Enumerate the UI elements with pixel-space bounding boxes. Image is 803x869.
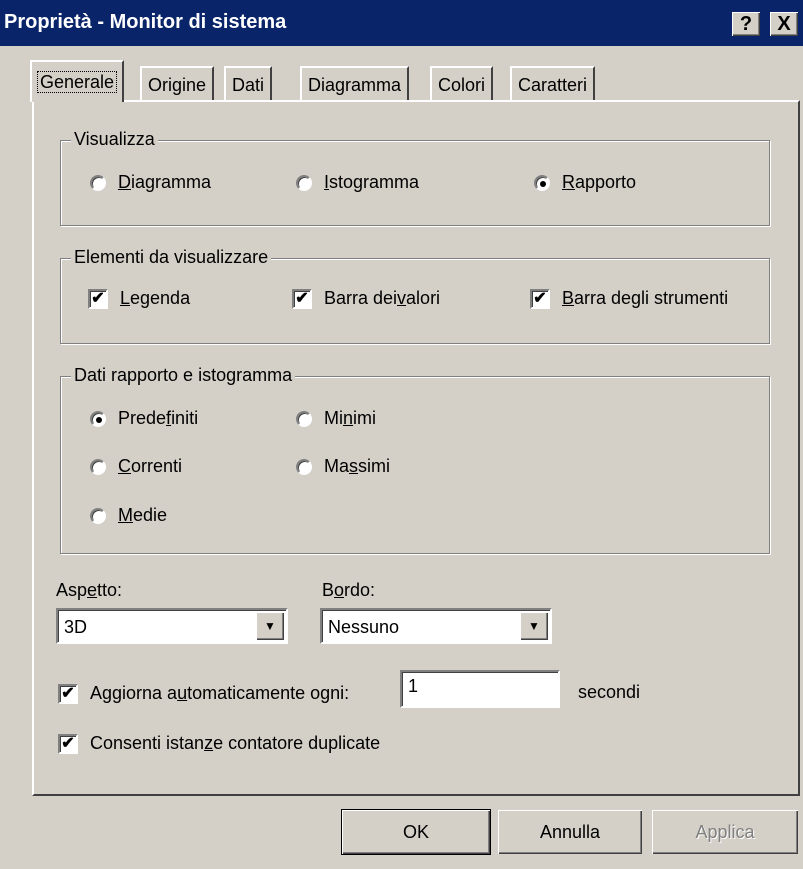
radio-massimi[interactable]: Ma s simi (296, 456, 390, 477)
checkbox-box: ✔ (292, 288, 312, 309)
checkbox-barra-strumenti[interactable]: ✔ Barra degli strumenti (530, 288, 728, 309)
radio-predefiniti[interactable]: Prede f initi (90, 408, 198, 429)
title-bar: Proprietà - Monitor di sistema ? X (0, 0, 803, 46)
radio-circle (90, 174, 106, 191)
radio-diagramma[interactable]: Diagramma (90, 172, 211, 193)
checkbox-box: ✔ (58, 683, 78, 704)
ok-button[interactable]: OK (341, 809, 491, 855)
bordo-label: Bordo: (322, 580, 376, 600)
aspetto-label: Aspetto: (56, 580, 123, 600)
checkbox-box: ✔ (58, 733, 78, 754)
chevron-down-icon[interactable]: ▼ (256, 612, 284, 640)
group-label: Elementi da visualizzare (71, 247, 272, 268)
cancel-button[interactable]: Annulla (498, 810, 642, 854)
tab-generale[interactable]: Generale (30, 60, 125, 102)
window-title: Proprietà - Monitor di sistema (4, 11, 287, 33)
radio-circle (90, 507, 106, 524)
radio-istogramma[interactable]: Istogramma (296, 172, 419, 193)
bordo-select[interactable]: Nessuno ▼ (320, 608, 552, 644)
checkbox-box: ✔ (530, 288, 550, 309)
group-label: Dati rapporto e istogramma (71, 365, 296, 386)
apply-button[interactable]: Applica (652, 810, 798, 854)
radio-circle (296, 174, 312, 191)
radio-minimi[interactable]: Mi n imi (296, 408, 376, 429)
tab-origine[interactable]: Origine (140, 66, 215, 100)
chevron-down-icon[interactable]: ▼ (520, 612, 548, 640)
close-button[interactable]: X (770, 12, 798, 36)
radio-circle (90, 458, 106, 475)
checkbox-box: ✔ (88, 288, 108, 309)
checkbox-legenda[interactable]: ✔ Legenda (88, 288, 190, 309)
tab-dati[interactable]: Dati (224, 66, 273, 100)
unit-label: secondi (578, 682, 641, 702)
tab-caratteri[interactable]: Caratteri (510, 66, 596, 100)
checkbox-consenti-duplicate[interactable]: ✔ Consenti istan z e contatore duplicate (58, 733, 380, 754)
radio-rapporto[interactable]: Rapporto (534, 172, 636, 193)
aspetto-select[interactable]: 3D ▼ (56, 608, 288, 644)
radio-circle (296, 458, 312, 475)
radio-circle (90, 410, 106, 427)
radio-correnti[interactable]: Correnti (90, 456, 182, 477)
group-label: Visualizza (71, 129, 158, 150)
checkbox-barra-valori[interactable]: ✔ Barra dei v alori (292, 288, 440, 309)
help-button[interactable]: ? (732, 12, 760, 36)
tab-colori[interactable]: Colori (430, 66, 494, 100)
checkbox-aggiorna[interactable]: ✔ Aggiorna a u tomaticamente ogni: (58, 683, 349, 704)
radio-medie[interactable]: Medie (90, 505, 167, 526)
interval-input[interactable]: 1 (400, 670, 560, 708)
radio-circle (296, 410, 312, 427)
tab-diagramma[interactable]: Diagramma (300, 66, 410, 100)
radio-circle (534, 174, 550, 191)
